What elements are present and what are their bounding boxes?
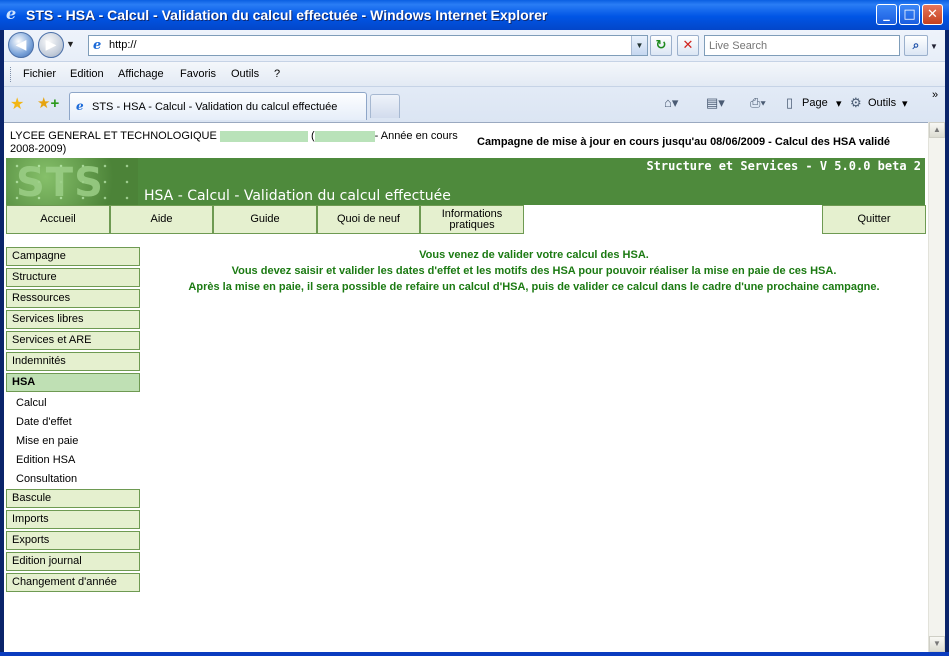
menu-outils[interactable]: Outils	[231, 68, 259, 80]
redacted-block	[219, 130, 308, 142]
maximize-button[interactable]: □	[899, 4, 920, 25]
search-icon[interactable]: ⌕	[904, 35, 928, 56]
feeds-icon[interactable]: ▤▾	[706, 95, 725, 111]
menu-affichage[interactable]: Affichage	[118, 68, 164, 80]
sidebar-subitem-edition-hsa[interactable]: Edition HSA	[6, 451, 140, 470]
sidebar-item-structure[interactable]: Structure	[6, 268, 140, 287]
vertical-scrollbar[interactable]: ▲ ▼	[928, 122, 945, 652]
tab-page-icon: e	[76, 99, 84, 113]
message-line-1: Vous venez de valider votre calcul des H…	[419, 249, 649, 261]
campaign-status: Campagne de mise à jour en cours jusqu'a…	[477, 136, 891, 148]
sidebar-subitem-calcul[interactable]: Calcul	[6, 394, 140, 413]
new-tab-button[interactable]	[370, 94, 400, 118]
forward-button[interactable]: ▶	[38, 32, 64, 58]
add-favorite-icon[interactable]: ★+	[37, 94, 59, 112]
sidebar-subitem-mise-en-paie[interactable]: Mise en paie	[6, 432, 140, 451]
tab-row: ★ ★+ e STS - HSA - Calcul - Validation d…	[4, 87, 945, 122]
logo-text: STS	[16, 160, 104, 206]
address-dropdown-icon[interactable]: ▼	[631, 36, 647, 55]
browser-chrome: ◀ ▶ ▼ e http:// ▼ ↻ ✕ ⌕ ▼ Fichier Editio…	[4, 30, 945, 122]
top-navigation: Accueil Aide Guide Quoi de neuf Informat…	[6, 205, 926, 234]
page-menu[interactable]: Page	[802, 97, 828, 109]
sidebar-item-ressources[interactable]: Ressources	[6, 289, 140, 308]
app-banner: STS Structure et Services - V 5.0.0 beta…	[6, 158, 925, 206]
menu-edition[interactable]: Edition	[70, 68, 104, 80]
tab-current[interactable]: e STS - HSA - Calcul - Validation du cal…	[69, 92, 367, 120]
sts-logo: STS	[6, 158, 138, 206]
favorites-star-icon[interactable]: ★	[10, 94, 24, 114]
address-text: http://	[109, 39, 137, 51]
menu-fichier[interactable]: Fichier	[23, 68, 56, 80]
search-options-icon[interactable]: ▼	[930, 42, 938, 51]
sidebar-item-services-libres[interactable]: Services libres	[6, 310, 140, 329]
home-icon[interactable]: ⌂▾	[664, 95, 678, 111]
sidebar-item-indemnites[interactable]: Indemnités	[6, 352, 140, 371]
sidebar-item-campagne[interactable]: Campagne	[6, 247, 140, 266]
app-version: Structure et Services - V 5.0.0 beta 2	[646, 159, 921, 173]
message-line-2: Vous devez saisir et valider les dates d…	[231, 265, 837, 277]
school-name: LYCEE GENERAL ET TECHNOLOGIQUE	[10, 130, 217, 142]
minimize-button[interactable]: _	[876, 4, 897, 25]
browser-window: e STS - HSA - Calcul - Validation du cal…	[0, 0, 949, 656]
page-viewport: LYCEE GENERAL ET TECHNOLOGIQUE (- Année …	[4, 122, 928, 652]
message-line-3: Après la mise en paie, il sera possible …	[188, 281, 880, 293]
sidebar-item-changement-annee[interactable]: Changement d'année	[6, 573, 140, 592]
sidebar-item-services-are[interactable]: Services et ARE	[6, 331, 140, 350]
sidebar-subitem-date-effet[interactable]: Date d'effet	[6, 413, 140, 432]
tools-menu[interactable]: Outils	[868, 97, 896, 109]
redacted-block	[314, 130, 375, 142]
nav-accueil[interactable]: Accueil	[6, 205, 110, 234]
sidebar-item-bascule[interactable]: Bascule	[6, 489, 140, 508]
menu-favoris[interactable]: Favoris	[180, 68, 216, 80]
address-bar[interactable]: e http:// ▼	[88, 35, 648, 56]
stop-button[interactable]: ✕	[677, 35, 699, 56]
close-button[interactable]: ✕	[922, 4, 943, 25]
nav-informations-pratiques[interactable]: Informations pratiques	[420, 205, 524, 234]
tab-label: STS - HSA - Calcul - Validation du calcu…	[92, 101, 338, 113]
scroll-up-icon[interactable]: ▲	[929, 122, 945, 138]
sidebar-item-exports[interactable]: Exports	[6, 531, 140, 550]
search-box[interactable]	[704, 35, 900, 56]
window-border	[0, 652, 949, 656]
gear-icon: ⚙	[850, 95, 862, 110]
nav-guide[interactable]: Guide	[213, 205, 317, 234]
page-title: HSA - Calcul - Validation du calcul effe…	[144, 188, 451, 204]
tools-dropdown-icon[interactable]: ▾	[902, 97, 908, 110]
history-dropdown-icon[interactable]: ▼	[66, 39, 75, 49]
sidebar-item-hsa[interactable]: HSA	[6, 373, 140, 392]
print-icon[interactable]: ⎙▾	[750, 95, 766, 111]
address-row: ◀ ▶ ▼ e http:// ▼ ↻ ✕ ⌕ ▼	[4, 30, 945, 60]
scroll-down-icon[interactable]: ▼	[929, 636, 945, 652]
menu-bar: Fichier Edition Affichage Favoris Outils…	[4, 61, 945, 87]
title-bar: e STS - HSA - Calcul - Validation du cal…	[0, 0, 949, 30]
page-dropdown-icon[interactable]: ▾	[836, 97, 842, 110]
confirmation-message: Vous venez de valider votre calcul des H…	[144, 247, 924, 295]
refresh-button[interactable]: ↻	[650, 35, 672, 56]
page-icon-cmd: ▯	[786, 95, 794, 110]
window-title: STS - HSA - Calcul - Validation du calcu…	[26, 7, 548, 23]
sidebar-subitem-consultation[interactable]: Consultation	[6, 470, 140, 489]
ie-icon: e	[6, 4, 17, 23]
nav-quitter[interactable]: Quitter	[822, 205, 926, 234]
back-button[interactable]: ◀	[8, 32, 34, 58]
sidebar-item-edition-journal[interactable]: Edition journal	[6, 552, 140, 571]
menu-help[interactable]: ?	[274, 68, 280, 80]
sidebar-item-imports[interactable]: Imports	[6, 510, 140, 529]
school-info: LYCEE GENERAL ET TECHNOLOGIQUE (- Année …	[10, 130, 480, 156]
toolbar-grip	[10, 67, 12, 82]
command-bar: ⌂▾ ▤▾ ⎙▾ ▯ Page ▾ ⚙ Outils ▾ »	[644, 87, 944, 122]
chevron-more-icon[interactable]: »	[932, 89, 938, 101]
nav-aide[interactable]: Aide	[110, 205, 213, 234]
page-icon: e	[93, 38, 102, 53]
sidebar-menu: Campagne Structure Ressources Services l…	[6, 247, 140, 594]
search-input[interactable]	[705, 36, 895, 55]
nav-quoi-de-neuf[interactable]: Quoi de neuf	[317, 205, 420, 234]
